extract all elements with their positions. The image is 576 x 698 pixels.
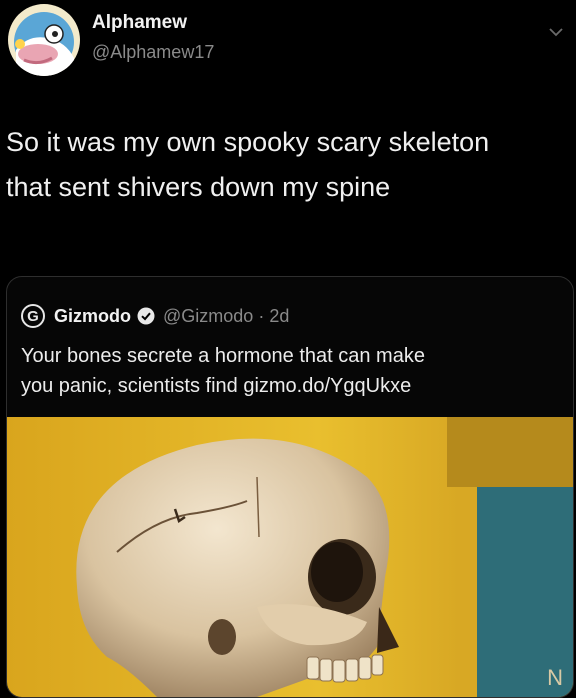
tweet-text-line: So it was my own spooky scary skeleton [6, 127, 490, 157]
verified-badge-icon [137, 307, 155, 325]
quoted-display-name[interactable]: Gizmodo [54, 306, 131, 327]
gizmodo-logo-icon: G [21, 304, 45, 328]
quoted-tweet-text: Your bones secrete a hormone that can ma… [21, 341, 551, 401]
cartoon-bird-avatar-icon [8, 4, 80, 76]
display-name[interactable]: Alphamew [92, 12, 187, 34]
meta-separator: · [258, 305, 265, 326]
user-handle[interactable]: @Alphamew17 [92, 42, 214, 63]
quoted-tweet-card[interactable]: G Gizmodo @Gizmodo · 2d Your bones secre… [6, 276, 574, 698]
skull-photo[interactable]: N [7, 417, 573, 697]
avatar[interactable] [8, 4, 80, 76]
quoted-timestamp[interactable]: 2d [269, 306, 289, 327]
chevron-down-icon[interactable] [548, 26, 564, 38]
quoted-text-line: Your bones secrete a hormone that can ma… [21, 345, 425, 367]
tweet-text: So it was my own spooky scary skeleton t… [6, 120, 572, 210]
quoted-text-line: you panic, scientists find gizmo.do/YgqU… [21, 375, 412, 397]
tweet-text-line: that sent shivers down my spine [6, 172, 391, 202]
wall-letter: N [547, 665, 563, 690]
quoted-tweet-header: G Gizmodo @Gizmodo · 2d [21, 303, 289, 329]
quoted-handle[interactable]: @Gizmodo [163, 306, 253, 327]
